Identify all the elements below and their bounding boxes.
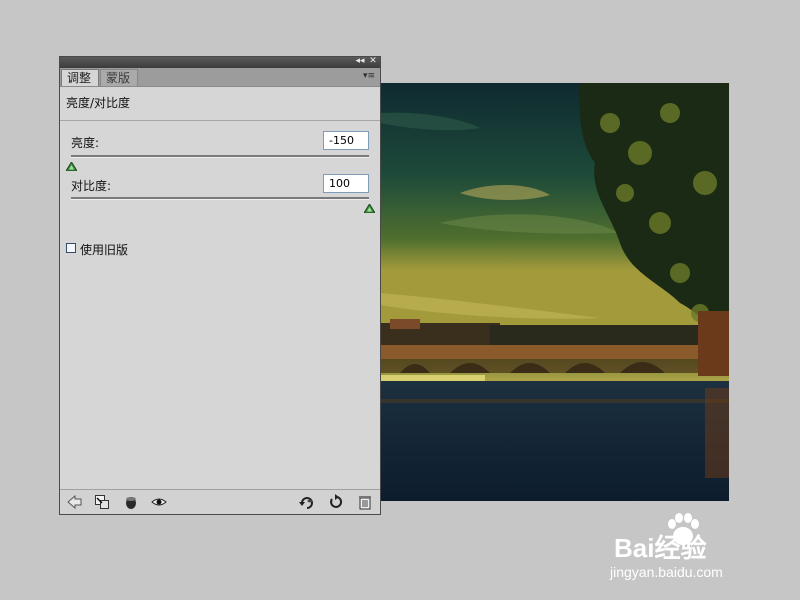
- contrast-label: 对比度:: [71, 179, 112, 193]
- brightness-label: 亮度:: [71, 136, 100, 150]
- contrast-input[interactable]: 100: [323, 174, 369, 193]
- contrast-slider-track[interactable]: [71, 197, 369, 200]
- adjustment-title: 亮度/对比度: [66, 96, 131, 110]
- brightness-slider-thumb[interactable]: [64, 156, 78, 172]
- contrast-slider-thumb[interactable]: [362, 198, 376, 214]
- watermark-brand: Bai经验: [614, 533, 707, 563]
- panel-menu-icon[interactable]: ▾≡: [362, 70, 376, 82]
- view-previous-state-icon[interactable]: [299, 494, 315, 510]
- watermark-url: jingyan.baidu.com: [610, 564, 723, 580]
- brightness-input[interactable]: -150: [323, 131, 369, 150]
- clip-to-layer-icon[interactable]: [94, 494, 110, 510]
- use-legacy-checkbox[interactable]: [66, 243, 76, 253]
- reset-icon[interactable]: [328, 494, 344, 510]
- panel-titlebar[interactable]: ◂◂ ✕: [60, 56, 380, 68]
- collapse-icon[interactable]: ◂◂: [354, 56, 366, 67]
- visibility-mask-icon[interactable]: [123, 494, 139, 510]
- tab-adjustments[interactable]: 调整: [61, 69, 99, 86]
- document-image[interactable]: [380, 83, 729, 501]
- tab-masks[interactable]: 蒙版: [100, 69, 138, 86]
- panel-tabs: 调整 蒙版 ▾≡: [60, 68, 380, 87]
- brightness-slider-track[interactable]: [71, 155, 369, 158]
- adjustments-panel: ◂◂ ✕ 调整 蒙版 ▾≡ 亮度/对比度 亮度: -150 对比度: 100 使…: [59, 56, 381, 515]
- close-icon[interactable]: ✕: [368, 56, 378, 67]
- use-legacy-label[interactable]: 使用旧版: [80, 241, 128, 258]
- eye-icon[interactable]: [151, 494, 167, 510]
- divider: [60, 120, 380, 121]
- trash-icon[interactable]: [357, 494, 373, 510]
- workspace-canvas: ◂◂ ✕ 调整 蒙版 ▾≡ 亮度/对比度 亮度: -150 对比度: 100 使…: [0, 0, 800, 600]
- river-bridge-photo: [380, 83, 729, 501]
- back-arrow-icon[interactable]: [66, 494, 82, 510]
- panel-bottom-toolbar: [60, 489, 380, 514]
